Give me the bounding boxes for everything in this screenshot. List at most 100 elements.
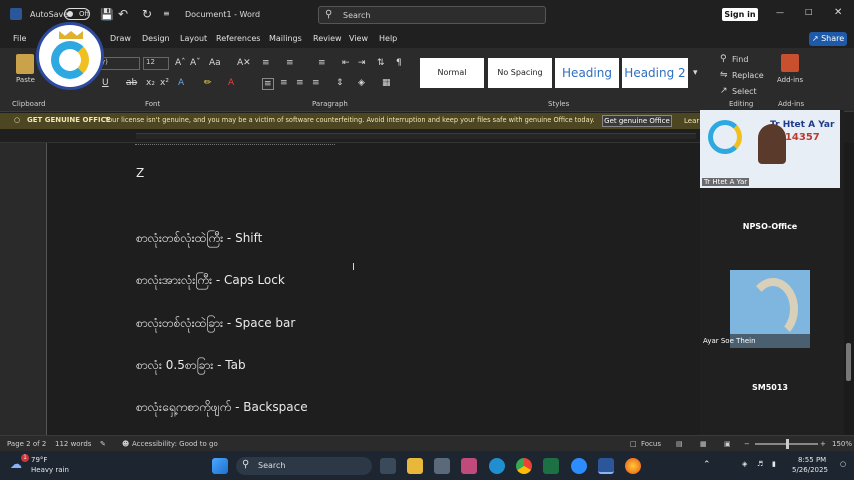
justify-icon[interactable]: ≡ <box>312 78 320 88</box>
paste-label[interactable]: Paste <box>16 76 35 84</box>
addins-label[interactable]: Add-ins <box>777 76 803 84</box>
font-size-dropdown[interactable]: 12 <box>143 57 169 70</box>
weather-temp[interactable]: 79°F <box>31 456 47 464</box>
style-heading[interactable]: Heading <box>555 58 619 88</box>
multilevel-icon[interactable]: ≡ <box>318 58 326 68</box>
chrome-icon[interactable] <box>516 458 532 474</box>
save-icon[interactable]: 💾 <box>100 8 114 21</box>
select-label[interactable]: Select <box>732 87 757 96</box>
grow-font-icon[interactable]: Aˆ <box>175 58 186 68</box>
zoom-out-icon[interactable]: − <box>744 440 750 448</box>
close-icon[interactable]: ✕ <box>834 7 842 18</box>
signin-button[interactable]: Sign in <box>722 8 758 21</box>
menu-draw[interactable]: Draw <box>110 34 131 43</box>
clock-date[interactable]: 5/26/2025 <box>792 466 828 474</box>
start-icon[interactable] <box>212 458 228 474</box>
menu-review[interactable]: Review <box>313 34 342 43</box>
participant-tile-sm5013[interactable]: SM5013 <box>700 383 840 392</box>
page-count[interactable]: Page 2 of 2 <box>7 440 46 448</box>
zoom-level[interactable]: 150% <box>832 440 852 448</box>
menu-mailings[interactable]: Mailings <box>269 34 302 43</box>
clock-time[interactable]: 8:55 PM <box>798 456 826 464</box>
find-icon[interactable]: ⚲ <box>720 54 727 64</box>
vertical-scrollbar[interactable] <box>844 143 854 435</box>
notification-icon[interactable]: ○ <box>840 460 846 468</box>
minimize-icon[interactable]: — <box>776 8 784 17</box>
web-layout-icon[interactable]: ▣ <box>724 440 731 448</box>
menu-layout[interactable]: Layout <box>180 34 207 43</box>
increase-indent-icon[interactable]: ⇥ <box>358 58 366 68</box>
paste-icon[interactable] <box>16 54 34 74</box>
font-name-dropdown[interactable]: y) <box>98 57 140 70</box>
learn-more-link[interactable]: Lear <box>684 117 699 125</box>
bullets-icon[interactable]: ≡ <box>262 58 270 68</box>
taskbar-search[interactable]: ⚲ Search <box>236 457 372 475</box>
align-right-icon[interactable]: ≡ <box>296 78 304 88</box>
scrollbar-thumb[interactable] <box>846 343 851 381</box>
tray-chevron-icon[interactable]: ⌃ <box>703 460 711 470</box>
replace-label[interactable]: Replace <box>732 71 764 80</box>
text-effects-icon[interactable]: A <box>178 78 184 88</box>
read-mode-icon[interactable]: ▤ <box>676 440 683 448</box>
customize-qat-icon[interactable]: ≡ <box>163 9 170 18</box>
get-genuine-office-button[interactable]: Get genuine Office <box>602 115 672 127</box>
zoom-slider[interactable] <box>755 439 818 449</box>
sort-icon[interactable]: ⇅ <box>377 58 385 68</box>
style-no-spacing[interactable]: No Spacing <box>488 58 552 88</box>
pilcrow-icon[interactable]: ¶ <box>396 58 402 68</box>
line-spacing-icon[interactable]: ⇕ <box>336 78 344 88</box>
font-color-icon[interactable]: A <box>228 78 234 88</box>
word-taskbar-icon[interactable] <box>598 458 614 474</box>
shrink-font-icon[interactable]: Aˇ <box>190 58 201 68</box>
menu-design[interactable]: Design <box>142 34 170 43</box>
strikethrough-icon[interactable]: ab <box>126 78 137 88</box>
menu-help[interactable]: Help <box>379 34 397 43</box>
menu-file[interactable]: File <box>13 34 26 43</box>
print-layout-icon[interactable]: ▦ <box>700 440 707 448</box>
zoom-thumb[interactable] <box>786 439 789 449</box>
replace-icon[interactable]: ⇋ <box>720 70 728 80</box>
subscript-icon[interactable]: x₂ <box>146 78 155 88</box>
addins-icon[interactable] <box>781 54 799 72</box>
share-button[interactable]: ↗ Share <box>809 32 847 46</box>
excel-icon[interactable] <box>543 458 559 474</box>
redo-icon[interactable]: ↻ <box>142 7 152 21</box>
clear-format-icon[interactable]: A✕ <box>237 58 251 68</box>
accessibility-status[interactable]: Accessibility: Good to go <box>132 440 218 448</box>
battery-icon[interactable]: ▮ <box>772 460 776 468</box>
select-icon[interactable]: ↗ <box>720 86 728 96</box>
change-case-icon[interactable]: Aa <box>209 58 221 68</box>
menu-view[interactable]: View <box>349 34 368 43</box>
style-normal[interactable]: Normal <box>420 58 484 88</box>
underline-icon[interactable]: U <box>102 78 109 88</box>
presenter-video[interactable]: Tr Htet A Yar 014357 Tr Htet A Yar <box>700 110 840 188</box>
zoom-in-icon[interactable]: + <box>820 440 826 448</box>
calculator-icon[interactable] <box>434 458 450 474</box>
numbering-icon[interactable]: ≡ <box>286 58 294 68</box>
focus-label[interactable]: Focus <box>641 440 661 448</box>
wifi-icon[interactable]: ◈ <box>742 460 747 468</box>
styles-more-icon[interactable]: ▾ <box>693 68 698 78</box>
decrease-indent-icon[interactable]: ⇤ <box>342 58 350 68</box>
borders-icon[interactable]: ▦ <box>382 78 391 88</box>
firefox-icon[interactable] <box>625 458 641 474</box>
zoom-app-icon[interactable] <box>571 458 587 474</box>
word-count[interactable]: 112 words <box>55 440 91 448</box>
weather-desc[interactable]: Heavy rain <box>31 466 69 474</box>
align-center-icon[interactable]: ≡ <box>280 78 288 88</box>
align-left-icon[interactable]: ≡ <box>262 78 274 90</box>
volume-icon[interactable]: ♬ <box>757 460 763 468</box>
superscript-icon[interactable]: x² <box>160 78 169 88</box>
edge-icon[interactable] <box>489 458 505 474</box>
participant-tile-npso[interactable]: NPSO-Office <box>700 222 840 231</box>
file-explorer-icon[interactable] <box>407 458 423 474</box>
find-label[interactable]: Find <box>732 55 748 64</box>
style-heading-2[interactable]: Heading 2 <box>622 58 688 88</box>
menu-references[interactable]: References <box>216 34 260 43</box>
maximize-icon[interactable]: □ <box>805 7 813 16</box>
undo-icon[interactable]: ↶ <box>118 7 128 21</box>
search-box[interactable]: ⚲ Search <box>318 6 546 24</box>
snipping-tool-icon[interactable] <box>461 458 477 474</box>
proofing-icon[interactable]: ✎ <box>100 440 106 448</box>
task-view-icon[interactable] <box>380 458 396 474</box>
